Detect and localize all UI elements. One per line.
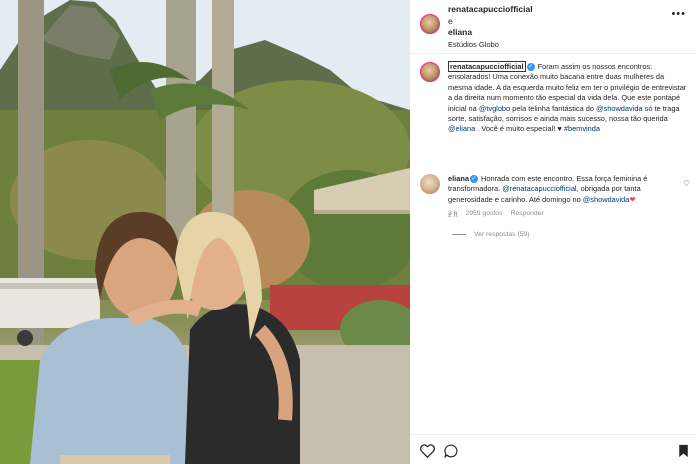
bookmark-icon[interactable] (678, 444, 689, 460)
post-location[interactable]: Estúdios Globo (448, 39, 533, 51)
post-action-bar (410, 434, 696, 464)
comment-like-icon[interactable]: ♡ (683, 179, 690, 188)
caption-mention-tvglobo[interactable]: @tvglobo (479, 104, 510, 113)
coauthor-prefix: e (448, 15, 453, 26)
caption-text-2: pela telinha fantástica do (510, 103, 597, 113)
comment-icon[interactable] (444, 444, 458, 460)
caption-mention-showdavida[interactable]: @showdavida (596, 104, 643, 113)
caption-author-avatar[interactable] (420, 62, 440, 82)
replies-divider (452, 234, 466, 235)
post-photo[interactable] (0, 0, 410, 464)
caption-username[interactable]: renatacapucciofficial (448, 61, 526, 72)
caption-text-4: . Você é muito especial! ♥ (475, 124, 564, 134)
author-avatar[interactable] (420, 14, 440, 34)
comment-mention-showdavida[interactable]: @showdavida (583, 195, 630, 204)
caption-hashtag[interactable]: #bemvinda (564, 124, 600, 133)
photo-scene (0, 0, 410, 464)
commenter-avatar[interactable] (420, 174, 440, 194)
comment-mention-renata[interactable]: @renatacapucciofficial (502, 184, 576, 193)
comment-heart-emoji: ❤ (629, 194, 636, 204)
post-authors: renatacapucciofficial e eliana Estúdios … (448, 4, 533, 50)
author-username[interactable]: renatacapucciofficial (448, 4, 533, 16)
comment-reply-button[interactable]: Responder (511, 210, 544, 217)
coauthor-username[interactable]: eliana (448, 27, 533, 39)
post-header: renatacapucciofficial e eliana Estúdios … (410, 0, 696, 54)
comment-username[interactable]: eliana (448, 174, 469, 183)
view-replies-label: Ver respostas (59) (474, 231, 530, 238)
caption-mention-eliana[interactable]: @eliana (448, 124, 475, 133)
comment-timestamp: 2 h (448, 210, 458, 217)
verified-badge-icon: ✓ (526, 63, 535, 72)
more-options-icon[interactable]: ••• (671, 8, 686, 20)
post-side-panel: renatacapucciofficial e eliana Estúdios … (410, 0, 696, 464)
comment-likes-count[interactable]: 2959 gostos (465, 210, 502, 217)
heart-icon[interactable] (420, 444, 435, 460)
comment-text: eliana ✓ Honrada com este encontro. Essa … (448, 174, 680, 205)
comment-meta: 2 h 2959 gostos Responder (448, 210, 552, 217)
comment-verified-badge-icon: ✓ (469, 175, 478, 184)
view-replies-button[interactable]: Ver respostas (59) (452, 231, 530, 238)
caption-text: renatacapucciofficial ✓ Foram assim os no… (448, 61, 688, 135)
